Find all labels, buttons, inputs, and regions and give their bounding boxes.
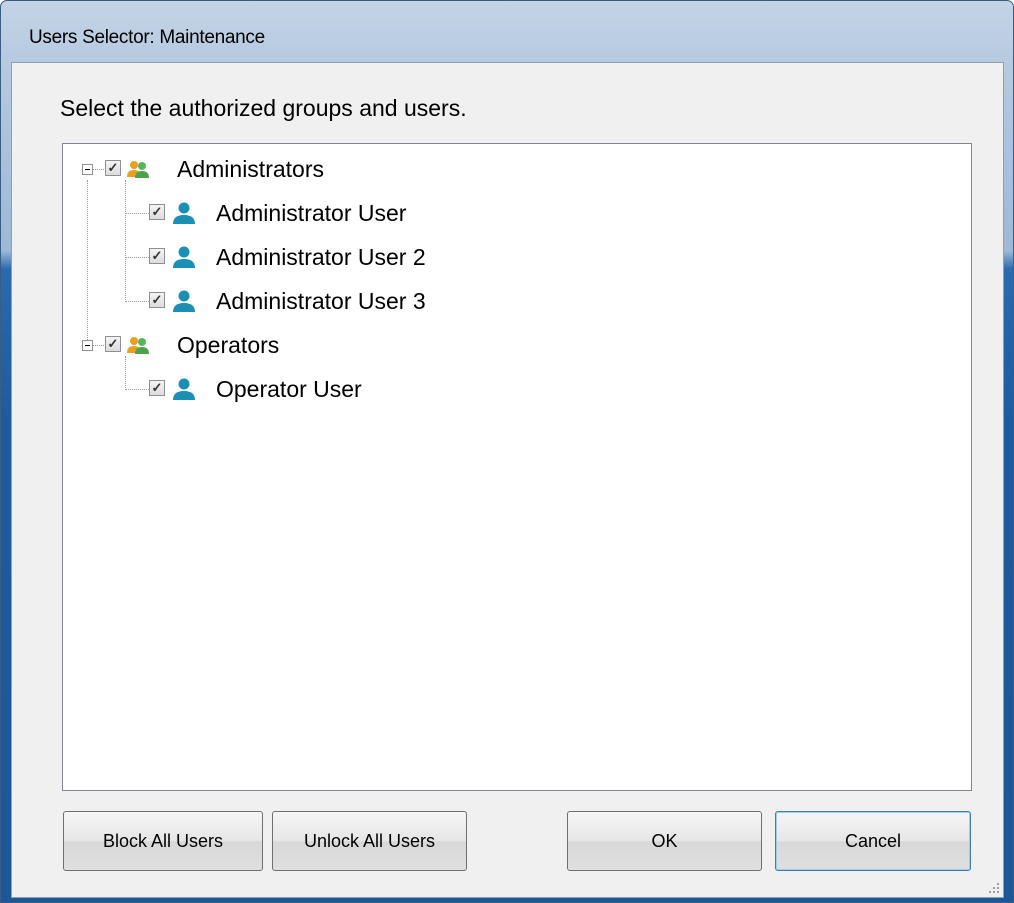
user-icon <box>173 378 195 400</box>
window-title: Users Selector: Maintenance <box>29 27 265 48</box>
user-icon <box>173 246 195 268</box>
tree-node-administrators[interactable]: ✓ Administrators <box>63 151 463 187</box>
administrator-user-3-checkbox[interactable]: ✓ <box>149 292 165 308</box>
resize-grip-icon[interactable] <box>988 882 1000 894</box>
tree-node-label: Operator User <box>216 376 362 402</box>
collapse-toggle[interactable] <box>82 340 93 351</box>
user-icon <box>173 290 195 312</box>
user-group-icon <box>127 337 149 354</box>
operator-user-checkbox[interactable]: ✓ <box>149 380 165 396</box>
dialog-window: Users Selector: Maintenance Select the a… <box>0 0 1014 903</box>
tree-node-label: Operators <box>177 332 280 358</box>
operators-checkbox[interactable]: ✓ <box>105 336 121 352</box>
tree-node-administrator-user-3[interactable]: ✓ Administrator User 3 <box>63 283 483 319</box>
title-bar[interactable]: Users Selector: Maintenance <box>1 1 1013 59</box>
tree-node-operator-user[interactable]: ✓ Operator User <box>63 371 483 407</box>
tree-node-label: Administrator User <box>216 200 407 226</box>
tree-node-label: Administrator User 3 <box>216 288 426 314</box>
collapse-toggle[interactable] <box>82 164 93 175</box>
ok-button[interactable]: OK <box>567 811 762 871</box>
users-tree[interactable]: ✓ Administrators ✓ Administrator User ✓ … <box>62 143 972 791</box>
tree-node-operators[interactable]: ✓ Operators <box>63 327 463 363</box>
unlock-all-users-button[interactable]: Unlock All Users <box>272 811 467 871</box>
cancel-button[interactable]: Cancel <box>775 811 971 871</box>
administrator-user-2-checkbox[interactable]: ✓ <box>149 248 165 264</box>
tree-node-label: Administrator User 2 <box>216 244 426 270</box>
administrators-checkbox[interactable]: ✓ <box>105 160 121 176</box>
tree-node-administrator-user[interactable]: ✓ Administrator User <box>63 195 483 231</box>
tree-node-administrator-user-2[interactable]: ✓ Administrator User 2 <box>63 239 483 275</box>
user-icon <box>173 202 195 224</box>
administrator-user-checkbox[interactable]: ✓ <box>149 204 165 220</box>
instruction-text: Select the authorized groups and users. <box>60 95 467 121</box>
dialog-client-area: Select the authorized groups and users. … <box>11 62 1004 898</box>
tree-node-label: Administrators <box>177 156 324 182</box>
user-group-icon <box>127 161 149 178</box>
block-all-users-button[interactable]: Block All Users <box>63 811 263 871</box>
